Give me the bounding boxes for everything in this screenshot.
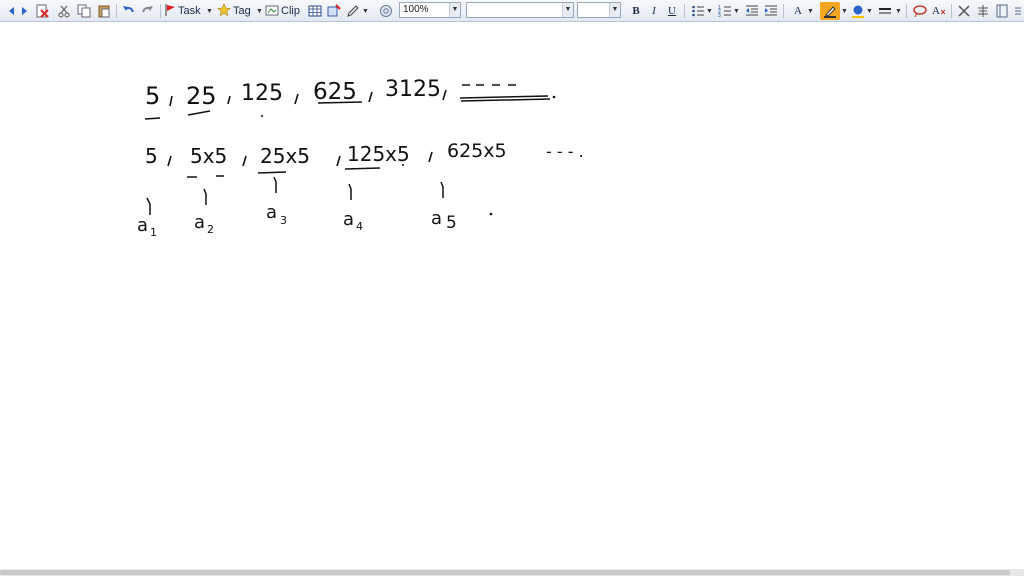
- line2-underlines: [187, 167, 381, 178]
- bullets-icon[interactable]: [690, 2, 706, 20]
- line2-term: 25x5: [260, 144, 310, 168]
- highlighter-icon[interactable]: [820, 2, 840, 20]
- task-button[interactable]: Task: [164, 2, 201, 20]
- label-letter: a: [343, 209, 354, 230]
- scrollbar-thumb[interactable]: [0, 570, 1010, 575]
- close-icon[interactable]: [956, 2, 972, 20]
- tag-button[interactable]: Tag: [217, 2, 251, 20]
- line2-ellipsis: - - - .: [546, 142, 584, 161]
- task-flag-icon: [164, 3, 176, 20]
- clip-icon: [265, 4, 279, 19]
- font-color-dropdown-icon[interactable]: ▼: [807, 2, 814, 20]
- line1-term: 625: [313, 79, 357, 105]
- fill-color-icon[interactable]: [850, 2, 866, 20]
- label-letter: a: [266, 202, 277, 223]
- forward-icon[interactable]: [16, 2, 32, 20]
- lasso-icon[interactable]: [912, 2, 928, 20]
- svg-text:3: 3: [718, 13, 721, 18]
- label-subscript: 4: [356, 220, 363, 233]
- pen-icon[interactable]: [345, 2, 361, 20]
- delete-icon[interactable]: [34, 2, 50, 20]
- label-subscript: 2: [207, 223, 214, 236]
- table-icon[interactable]: [307, 2, 323, 20]
- font-size-dropdown-icon: ▼: [609, 3, 620, 17]
- panel-icon[interactable]: [994, 2, 1010, 20]
- indent-icon[interactable]: [763, 2, 779, 20]
- label-letter: a: [431, 208, 442, 229]
- zoom-value: 100%: [403, 4, 429, 15]
- clear-format-label: A: [932, 5, 940, 17]
- task-label: Task: [178, 5, 201, 17]
- line2-terms: 5 5x5 25x5 125x5 625x5 - - - .: [145, 140, 584, 168]
- zoom-dropdown-icon: ▼: [449, 3, 460, 17]
- line2-term: 5: [145, 144, 158, 168]
- line1-term: 3125: [385, 77, 441, 102]
- fill-color-dropdown-icon[interactable]: ▼: [866, 2, 873, 20]
- pen-dropdown-icon[interactable]: ▼: [362, 2, 369, 20]
- paste-icon[interactable]: [96, 2, 112, 20]
- handwritten-notes: 5 25 125 625 3125 5 5x5 25x5 125x5 625x5…: [137, 77, 584, 239]
- font-size-select[interactable]: ▼: [577, 2, 621, 18]
- tag-star-icon: [217, 2, 231, 20]
- term-pointers: [146, 176, 444, 215]
- label-letter: a: [137, 215, 148, 236]
- numbering-dropdown-icon[interactable]: ▼: [733, 2, 740, 20]
- toolbar: Task ▼ Tag ▼ Clip ▼ 100% ▼ ▼ ▼ B I U ▼ 1…: [0, 0, 1024, 22]
- link-icon[interactable]: [378, 2, 394, 20]
- note-canvas[interactable]: 5 25 125 625 3125 5 5x5 25x5 125x5 625x5…: [0, 22, 1024, 568]
- line2-term: 125x5: [347, 142, 410, 166]
- horizontal-scrollbar[interactable]: [0, 569, 1024, 576]
- line2-term: 5x5: [190, 144, 227, 168]
- more-icon[interactable]: [1010, 2, 1024, 20]
- line-style-icon[interactable]: [877, 2, 893, 20]
- line2-term: 625x5: [447, 140, 507, 162]
- clear-format-icon[interactable]: A: [931, 2, 947, 20]
- tag-label: Tag: [233, 5, 251, 17]
- highlighter-dropdown-icon[interactable]: ▼: [841, 2, 848, 20]
- outdent-icon[interactable]: [744, 2, 760, 20]
- insert-icon[interactable]: [326, 2, 342, 20]
- undo-icon[interactable]: [120, 2, 136, 20]
- underline-button[interactable]: U: [664, 2, 680, 20]
- font-name-select[interactable]: ▼: [466, 2, 574, 18]
- bullets-dropdown-icon[interactable]: ▼: [706, 2, 713, 20]
- zoom-select[interactable]: 100% ▼: [399, 2, 461, 18]
- label-subscript: 1: [150, 226, 157, 239]
- label-letter: a: [194, 212, 205, 233]
- redo-icon[interactable]: [140, 2, 156, 20]
- line-style-dropdown-icon[interactable]: ▼: [895, 2, 902, 20]
- label-subscript: 3: [280, 214, 287, 227]
- numbering-icon[interactable]: 123: [717, 2, 733, 20]
- label-subscript: 5: [446, 213, 457, 233]
- task-dropdown-icon[interactable]: ▼: [206, 2, 213, 20]
- tag-dropdown-icon[interactable]: ▼: [256, 2, 263, 20]
- line1-terms: 5 25 125 625 3125: [145, 77, 441, 110]
- align-icon[interactable]: [975, 2, 991, 20]
- italic-button[interactable]: I: [646, 2, 662, 20]
- clip-button[interactable]: Clip: [265, 2, 300, 20]
- font-color-icon[interactable]: A: [790, 2, 806, 20]
- line1-term: 125: [241, 81, 283, 106]
- line1-term: 25: [186, 82, 217, 110]
- clip-label: Clip: [281, 5, 300, 17]
- term-labels: a 1 a 2 a 3 a 4 a 5: [137, 202, 457, 239]
- line1-term: 5: [145, 82, 160, 110]
- font-name-dropdown-icon: ▼: [562, 3, 573, 17]
- cut-icon[interactable]: [56, 2, 72, 20]
- copy-icon[interactable]: [76, 2, 92, 20]
- bold-button[interactable]: B: [628, 2, 644, 20]
